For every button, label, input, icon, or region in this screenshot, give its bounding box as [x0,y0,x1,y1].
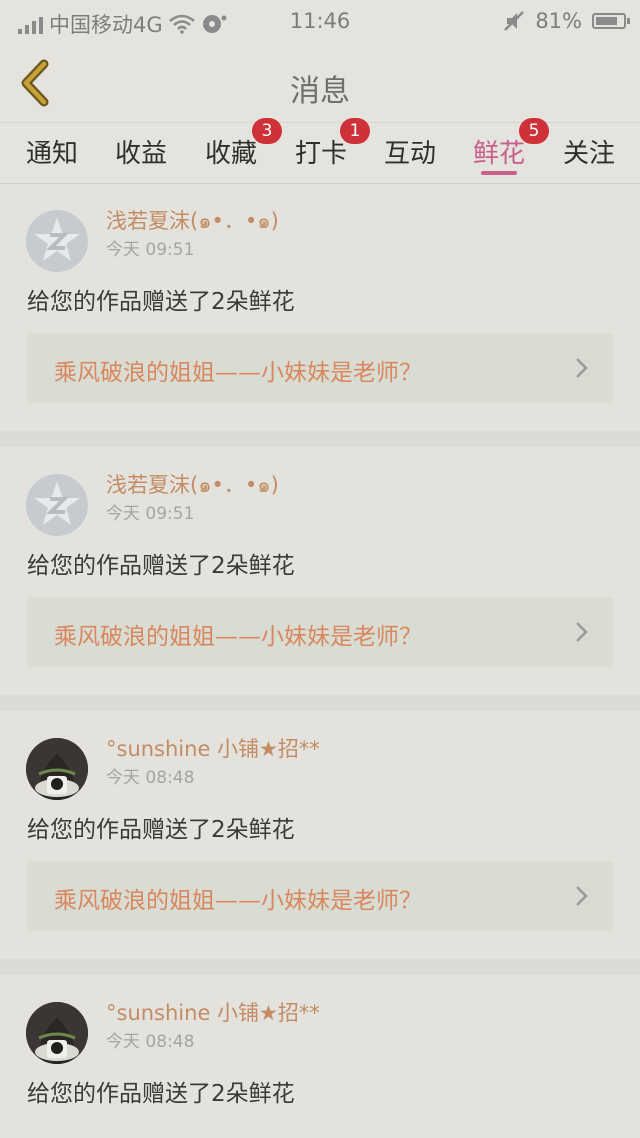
message-text: 给您的作品赠送了2朵鲜花 [27,1081,295,1107]
message-time: 今天 08:48 [106,1032,195,1052]
work-title: 乘风破浪的姐姐——小妹妹是老师？ [54,360,422,386]
default-avatar-icon [34,218,80,261]
default-avatar-icon [34,482,80,525]
avatar[interactable] [26,210,88,272]
user-photo-avatar [26,1002,88,1064]
battery-level [596,17,617,25]
username[interactable]: °sunshine 小铺★招** [106,997,320,1027]
divider [0,431,640,447]
work-title: 乘风破浪的姐姐——小妹妹是老师？ [54,888,422,914]
tab-notifications[interactable]: 通知 [26,133,78,170]
tab-checkin[interactable]: 打卡 [295,133,347,170]
tab-bar: 通知 收益 收藏 3 打卡 1 互动 鲜花 5 关注 [0,118,640,184]
message-text: 给您的作品赠送了2朵鲜花 [27,817,295,843]
battery-icon [592,13,630,29]
message-card: 浅若夏沫(๑•．•๑) 今天 09:51 给您的作品赠送了2朵鲜花 乘风破浪的姐… [0,185,640,431]
chevron-right-icon [576,358,588,378]
avatar[interactable] [26,1002,88,1064]
avatar[interactable] [26,474,88,536]
mute-icon [504,11,525,31]
work-title: 乘风破浪的姐姐——小妹妹是老师？ [54,624,422,650]
tab-flowers[interactable]: 鲜花 [473,133,525,170]
tab-interaction[interactable]: 互动 [384,133,436,170]
user-photo-avatar [26,738,88,800]
chevron-right-icon [576,886,588,906]
header: 消息 [0,46,640,122]
message-card: °sunshine 小铺★招** 今天 08:48 给您的作品赠送了2朵鲜花 [0,977,640,1138]
favorites-badge: 3 [252,118,282,144]
message-text: 给您的作品赠送了2朵鲜花 [27,289,295,315]
message-card: 浅若夏沫(๑•．•๑) 今天 09:51 给您的作品赠送了2朵鲜花 乘风破浪的姐… [0,449,640,695]
avatar[interactable] [26,738,88,800]
message-text: 给您的作品赠送了2朵鲜花 [27,553,295,579]
work-link[interactable]: 乘风破浪的姐姐——小妹妹是老师？ [27,861,613,931]
message-time: 今天 09:51 [106,240,195,260]
flowers-badge: 5 [519,118,549,144]
tab-follow[interactable]: 关注 [563,133,615,170]
tab-earnings[interactable]: 收益 [115,133,167,170]
checkin-badge: 1 [340,118,370,144]
status-right: 81% [503,9,630,33]
message-time: 今天 08:48 [106,768,195,788]
work-link[interactable]: 乘风破浪的姐姐——小妹妹是老师？ [27,333,613,403]
message-card: °sunshine 小铺★招** 今天 08:48 给您的作品赠送了2朵鲜花 乘… [0,713,640,959]
username[interactable]: 浅若夏沫(๑•．•๑) [106,469,279,502]
chevron-right-icon [576,622,588,642]
battery-percent: 81% [535,9,582,33]
page-title: 消息 [290,74,350,109]
status-bar: 中国移动4G 11:46 81% [0,0,640,46]
divider [0,695,640,711]
tab-favorites[interactable]: 收藏 [205,133,257,170]
divider [0,959,640,975]
message-time: 今天 09:51 [106,504,195,524]
username[interactable]: 浅若夏沫(๑•．•๑) [106,205,279,238]
work-link[interactable]: 乘风破浪的姐姐——小妹妹是老师？ [27,597,613,667]
username[interactable]: °sunshine 小铺★招** [106,733,320,763]
active-tab-indicator [481,171,517,175]
